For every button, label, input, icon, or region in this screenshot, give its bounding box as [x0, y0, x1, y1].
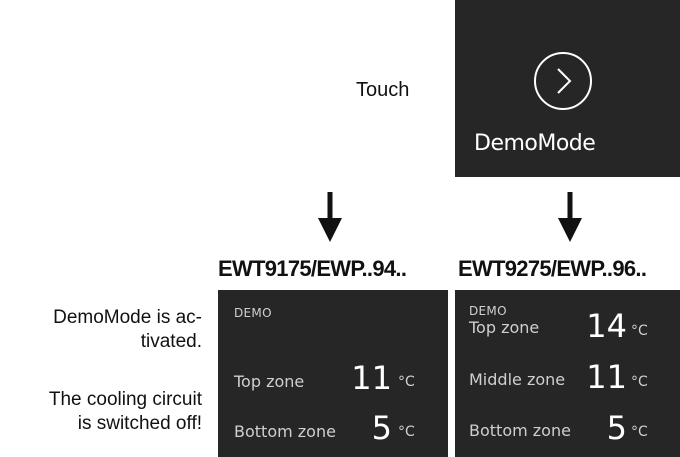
- note-line: tivated.: [140, 331, 202, 352]
- demo-tag: DEMO: [469, 304, 507, 318]
- arrow-down-icon: [318, 192, 342, 242]
- zone-label-middle: Middle zone: [469, 370, 566, 389]
- touch-instruction: Touch: [356, 79, 410, 101]
- zone-temp-bottom: 5: [606, 409, 627, 447]
- zone-label-top: Top zone: [469, 318, 540, 337]
- chevron-right-circle-icon: [534, 52, 592, 110]
- zone-label-top: Top zone: [234, 372, 305, 391]
- zone-unit-bottom: °C: [631, 424, 648, 440]
- zone-unit-bottom: °C: [398, 424, 415, 440]
- demomode-label: DemoMode: [474, 131, 596, 156]
- zone-temp-bottom: 5: [371, 409, 392, 447]
- note-line: The cooling circuit: [48, 389, 202, 410]
- display-panel-1: DEMO Top zone 11 °C Bottom zone 5 °C: [218, 290, 448, 457]
- zone-temp-top: 11: [351, 359, 392, 397]
- zone-label-bottom: Bottom zone: [234, 422, 336, 441]
- zone-unit-top: °C: [398, 374, 415, 390]
- demo-tag: DEMO: [234, 306, 272, 320]
- arrow-down-icon: [558, 192, 582, 242]
- zone-unit-top: °C: [631, 323, 648, 339]
- display-panel-2: DEMO Top zone 14 °C Middle zone 11 °C Bo…: [455, 290, 680, 457]
- note-line: is switched off!: [77, 413, 202, 434]
- zone-unit-middle: °C: [631, 374, 648, 390]
- note-line: DemoMode is ac-: [53, 307, 202, 328]
- note-cooling-off: The cooling circuit is switched off!: [49, 388, 202, 436]
- zone-label-bottom: Bottom zone: [469, 421, 571, 440]
- note-demomode-activated: DemoMode is ac- tivated.: [53, 306, 202, 354]
- zone-temp-top: 14: [586, 307, 627, 345]
- demomode-button[interactable]: DemoMode: [455, 0, 680, 177]
- model-heading-1: EWT9175/EWP..94..: [218, 256, 407, 281]
- model-heading-2: EWT9275/EWP..96..: [458, 256, 647, 281]
- zone-temp-middle: 11: [586, 358, 627, 396]
